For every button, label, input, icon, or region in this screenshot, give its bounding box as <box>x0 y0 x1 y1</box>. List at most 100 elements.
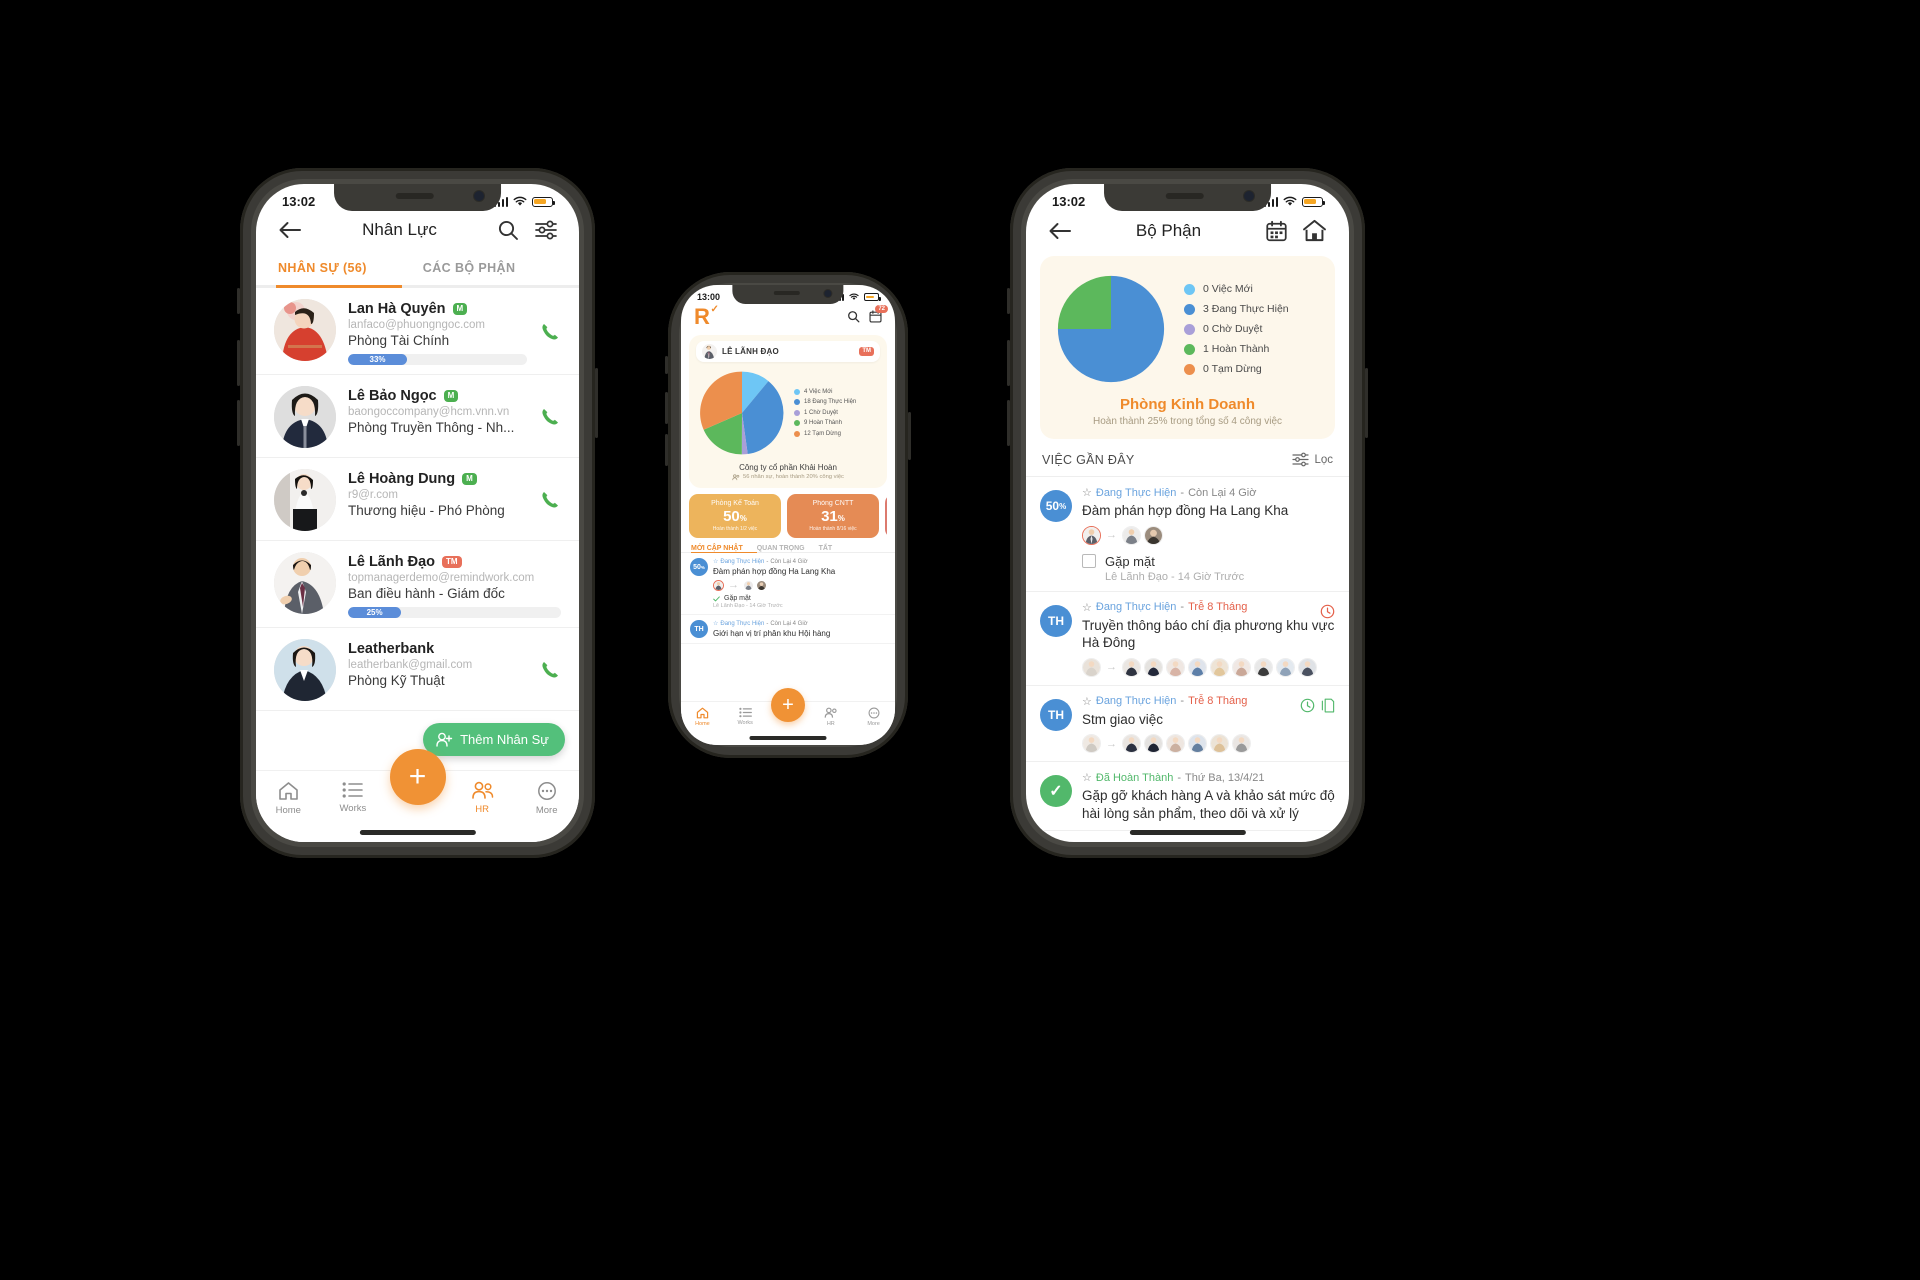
volume-down-button[interactable] <box>665 434 668 466</box>
task-status: Đang Thực Hiện <box>1095 695 1177 708</box>
section-title: VIỆC GẦN ĐÂY <box>1042 452 1135 467</box>
task-status: Đang Thực Hiện <box>1095 601 1177 614</box>
tab-works-label: Works <box>339 803 367 814</box>
back-arrow-icon[interactable] <box>1048 222 1072 240</box>
legend-item: 0 Tạm Dừng <box>1184 363 1289 375</box>
legend-item: 3 Đang Thực Hiện <box>1184 303 1289 315</box>
dept-tile[interactable]: Phòng CNTT 31% Hoàn thành 8/16 việc <box>787 493 879 538</box>
task-meta: ☆ Đang Thực Hiện - Còn Lại 4 Giờ <box>1082 486 1335 500</box>
task-title: Gặp gỡ khách hàng A và khảo sát mức độ h… <box>1082 788 1335 821</box>
call-icon[interactable] <box>539 489 561 511</box>
back-arrow-icon[interactable] <box>278 221 302 239</box>
call-icon[interactable] <box>539 406 561 428</box>
tab-works[interactable]: Works <box>321 781 386 814</box>
person-name: Leatherbank <box>348 640 435 657</box>
list-item[interactable]: Lê Bảo Ngọc M baongoccompany@hcm.vnn.vn … <box>256 375 579 458</box>
power-button[interactable] <box>1365 368 1368 438</box>
tab-nhan-su[interactable]: NHÂN SỰ (56) <box>276 255 369 285</box>
volume-up-button[interactable] <box>665 392 668 424</box>
tab-hr[interactable]: HR <box>809 707 852 727</box>
middle-screen: 13:00 ✓ R 72 LÊ LÃNH ĐẠO TM 4 Việc Mới 1… <box>681 285 895 745</box>
tab-quan-trong[interactable]: QUAN TRỌNG <box>757 545 805 552</box>
home-icon[interactable] <box>1302 219 1327 242</box>
avatar <box>743 579 754 591</box>
volume-up-button[interactable] <box>1007 340 1010 386</box>
star-icon[interactable]: ☆ <box>1082 695 1092 708</box>
dept-tile[interactable]: Phòng Kế Toán 50% Hoàn thành 1/2 việc <box>689 493 781 538</box>
add-person-label: Thêm Nhân Sự <box>460 732 549 747</box>
avatar <box>1188 657 1207 677</box>
list-item[interactable]: Lê Hoàng Dung M r9@r.com Thương hiệu - P… <box>256 458 579 541</box>
plus-fab-icon[interactable]: + <box>389 749 446 805</box>
card-owner-row[interactable]: LÊ LÃNH ĐẠO TM <box>696 340 880 362</box>
star-icon[interactable]: ☆ <box>1082 601 1092 614</box>
home-indicator[interactable] <box>359 830 476 835</box>
power-button[interactable] <box>908 412 911 460</box>
card-owner-badge: TM <box>859 346 874 356</box>
call-icon[interactable] <box>539 659 561 681</box>
search-icon[interactable] <box>497 219 519 241</box>
home-indicator[interactable] <box>749 736 827 740</box>
tab-hr-label: HR <box>475 804 489 815</box>
volume-down-button[interactable] <box>1007 400 1010 446</box>
subtask-row[interactable]: Gặp mặt <box>1082 554 1335 569</box>
task-due: Trễ 8 Tháng <box>1188 695 1248 708</box>
checkbox[interactable] <box>1082 554 1096 569</box>
star-icon[interactable]: ☆ <box>1082 486 1092 499</box>
legend-item: 4 Việc Mới <box>794 388 856 395</box>
more-icon <box>868 707 880 719</box>
volume-up-button[interactable] <box>237 340 240 386</box>
subtask-row[interactable]: Gặp mặt <box>713 595 886 602</box>
tab-home[interactable]: Home <box>681 707 724 727</box>
task-status: Đang Thực Hiện <box>720 558 765 565</box>
plus-fab-icon[interactable]: + <box>771 688 805 722</box>
call-icon[interactable] <box>539 321 561 343</box>
star-icon[interactable]: ☆ <box>713 620 718 627</box>
search-icon[interactable] <box>847 310 860 323</box>
people-list: Lan Hà Quyên M lanfaco@phuongngoc.com Ph… <box>256 288 579 711</box>
list-item[interactable]: 50% ☆ Đang Thực Hiện - Còn Lại 4 Giờ Đàm… <box>681 553 895 616</box>
tab-works[interactable]: Works <box>724 707 767 726</box>
person-department: Phòng Kỹ Thuật <box>348 672 445 688</box>
tab-moi-cap-nhat[interactable]: MỚI CẬP NHẬT <box>691 545 743 552</box>
tab-cac-bo-phan[interactable]: CÁC BỘ PHẬN <box>421 255 518 285</box>
task-sep: - <box>766 558 769 565</box>
more-icon <box>537 781 557 801</box>
list-item[interactable]: ✓ ☆ Đã Hoàn Thành - Thứ Ba, 13/4/21 Gặp … <box>1026 762 1349 832</box>
list-item[interactable]: TH ☆ Đang Thực Hiện - Trễ 8 Tháng Truyền… <box>1026 592 1349 686</box>
calendar-icon[interactable] <box>1265 220 1288 242</box>
home-indicator[interactable] <box>1129 830 1246 835</box>
progress-circle: TH <box>1040 698 1072 731</box>
power-button[interactable] <box>595 368 598 438</box>
avatar <box>756 579 767 591</box>
list-item[interactable]: TH ☆ Đang Thực Hiện - Trễ 8 Tháng Stm gi… <box>1026 686 1349 763</box>
mute-switch[interactable] <box>237 288 240 314</box>
mute-switch[interactable] <box>665 356 668 374</box>
list-item[interactable]: Leatherbank leatherbank@gmail.com Phòng … <box>256 628 579 711</box>
legend-item: 0 Chờ Duyệt <box>1184 323 1289 335</box>
calendar-icon[interactable]: 72 <box>869 305 888 323</box>
dept-tile[interactable] <box>885 493 887 538</box>
list-item[interactable]: Lê Lãnh Đạo TM topmanagerdemo@remindwork… <box>256 541 579 628</box>
star-icon[interactable]: ☆ <box>1082 771 1092 784</box>
tab-tat-ca[interactable]: TẤT <box>819 545 833 552</box>
list-item[interactable]: TH ☆ Đang Thực Hiện - Còn Lại 4 Giờ Giới… <box>681 615 895 645</box>
filter-button[interactable]: Lọc <box>1292 452 1333 467</box>
status-time: 13:00 <box>697 292 721 302</box>
tab-more[interactable]: More <box>852 707 895 727</box>
arrow-icon: → <box>1106 737 1117 750</box>
volume-down-button[interactable] <box>237 400 240 446</box>
add-person-button[interactable]: Thêm Nhân Sự <box>423 723 565 756</box>
star-icon[interactable]: ☆ <box>713 558 718 565</box>
filter-icon[interactable] <box>535 220 557 240</box>
tab-more[interactable]: More <box>514 781 579 816</box>
tab-home[interactable]: Home <box>256 781 321 816</box>
list-item[interactable]: Lan Hà Quyên M lanfaco@phuongngoc.com Ph… <box>256 288 579 375</box>
mute-switch[interactable] <box>1007 288 1010 314</box>
list-item[interactable]: 50% ☆ Đang Thực Hiện - Còn Lại 4 Giờ Đàm… <box>1026 477 1349 592</box>
tab-more-label: More <box>867 721 880 727</box>
avatar <box>1210 734 1229 754</box>
task-meta: ☆ Đã Hoàn Thành - Thứ Ba, 13/4/21 <box>1082 771 1335 785</box>
legend-swatch <box>794 430 800 437</box>
tab-hr[interactable]: HR <box>450 781 515 815</box>
